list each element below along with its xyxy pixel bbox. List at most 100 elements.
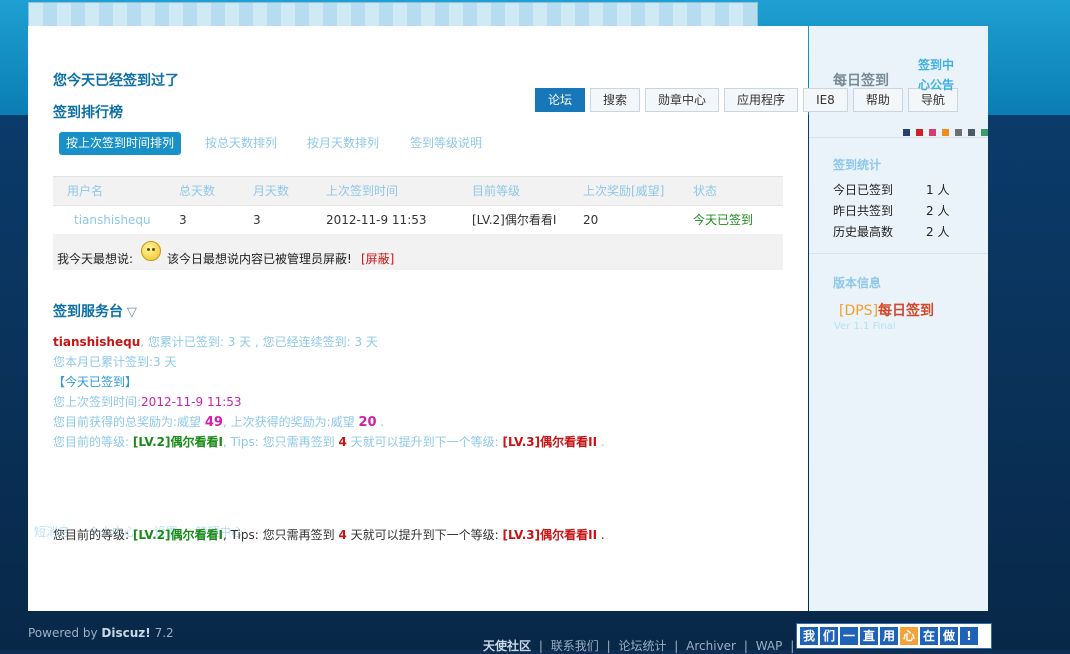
table-header: 用户名 总天数 月天数 上次签到时间 目前等级 上次奖励[威望] 状态 [53,176,783,205]
header-month-days: 月天数 [253,184,290,198]
nav-tab-ie8[interactable]: IE8 [803,88,848,112]
toggle-arrow-icon[interactable]: ▽ [127,305,137,320]
repeat-next-label: 天就可以提升到下一个等级: [350,528,499,542]
nav-tab-search[interactable]: 搜索 [590,88,641,112]
smiley-icon [141,241,161,261]
theme-swatch[interactable] [955,129,962,136]
footer-link-home[interactable]: 天使社区 [483,639,531,653]
stat-yesterday-value: 2 人 [926,204,950,218]
stats-title: 签到统计 [833,158,882,172]
footer-link-contact[interactable]: 联系我们 [551,639,599,653]
service-title: 签到服务台 [53,304,123,320]
stat-record-label: 历史最高数 [833,225,894,239]
header-username: 用户名 [67,184,104,198]
row-month-days: 3 [253,213,261,227]
banner-char: 在 [920,627,938,645]
mood-blocked-tag: [屏蔽] [361,252,395,266]
repeat-level-line: 您目前的等级: [LV.2]偶尔看看I, Tips: 您只需再签到 4 天就可以… [53,526,605,543]
footer-link-wap[interactable]: WAP [756,639,783,653]
service-today-status: 【今天已签到】 [53,375,138,389]
footer-link-stats[interactable]: 论坛统计 [618,639,666,653]
service-last-time-label: 您上次签到时间: [53,395,142,409]
version-text: Ver 1.1 Final [834,321,896,332]
sort-by-month-days[interactable]: 按月天数排列 [300,132,386,155]
service-last-time: 2012-11-9 11:53 [141,395,242,409]
theme-swatch[interactable] [942,129,949,136]
row-status: 今天已签到 [693,213,754,227]
banner-char: 们 [820,627,838,645]
sidebar-divider-1 [809,137,988,138]
nav-tab-forum[interactable]: 论坛 [535,88,586,112]
banner-char: ! [960,627,978,645]
service-line-4: 您上次签到时间:2012-11-9 11:53 [53,393,242,410]
footer-sep: | [538,639,543,653]
repeat-level-label: 您目前的等级: [53,528,130,542]
theme-swatch[interactable] [903,129,910,136]
nav-tab-apps[interactable]: 应用程序 [724,88,799,112]
service-line-1: tianshishequ, 您累计已签到: 3 天 , 您已经连续签到: 3 天 [53,333,378,350]
brand-logo: [DPS]每日签到 [839,300,934,320]
header-banner-art [28,2,758,28]
powered-label: Powered by [28,626,98,640]
service-line6-end: . [600,435,605,449]
sort-by-last-time[interactable]: 按上次签到时间排列 [59,132,182,155]
stat-yesterday-label: 昨日共签到 [833,204,894,218]
signed-notice: 您今天已经签到过了 [53,73,179,89]
banner-heart-char: 心 [900,627,918,645]
service-level-label: 您目前的等级: [53,435,130,449]
row-reward: 20 [583,213,599,227]
level-description-link[interactable]: 签到等级说明 [403,132,489,155]
banner-char: 直 [860,627,878,645]
theme-swatch[interactable] [929,129,936,136]
service-level-now: [LV.2]偶尔看看I [132,435,223,449]
footer-links: 天使社区 | 联系我们 | 论坛统计 | Archiver | WAP | [483,637,798,654]
row-total-days: 3 [179,213,187,227]
banner-char: 做 [940,627,958,645]
table-row: tianshishequ 3 3 2012-11-9 11:53 [LV.2]偶… [53,205,783,235]
service-cumulative: , 您累计已签到: 3 天 , 您已经连续签到: 3 天 [140,335,378,349]
version-title: 版本信息 [833,276,882,290]
row-last-time: 2012-11-9 11:53 [326,213,427,227]
theme-swatch[interactable] [916,129,923,136]
sidebar-title: 每日签到 [833,73,889,89]
ranking-title: 签到排行榜 [53,105,123,121]
theme-swatch[interactable] [981,129,988,136]
nav-tab-help[interactable]: 帮助 [852,88,903,112]
repeat-level-now: [LV.2]偶尔看看I [132,528,223,542]
stat-today-value: 1 人 [926,183,950,197]
brand-name: 每日签到 [878,303,935,319]
footer-sep: | [790,639,795,653]
service-last-reward: 20 [358,415,377,430]
banner-char: 我 [800,627,818,645]
discuz-link[interactable]: Discuz! [101,626,150,640]
nav-tab-medals[interactable]: 勋章中心 [645,88,720,112]
footer-link-archiver[interactable]: Archiver [686,639,736,653]
theme-swatch[interactable] [968,129,975,136]
row-username-link[interactable]: tianshishequ [74,206,151,234]
stat-record: 历史最高数 2 人 [833,223,949,240]
service-next-level-label: 天就可以提升到下一个等级: [350,435,499,449]
mood-bar: 我今天最想说: 该今日最想说内容已被管理员屏蔽! [屏蔽] [53,234,783,270]
top-nav: 论坛 搜索 勋章中心 应用程序 IE8 帮助 导航 [535,88,958,112]
footer-slogan-banner[interactable]: 我 们 一 直 用 心 在 做 ! [796,623,992,649]
service-total-reward: 49 [204,415,223,430]
row-level: [LV.2]偶尔看看I [472,213,557,227]
service-line-5: 您目前获得的总奖励为:威望 49, 上次获得的奖励为:威望 20 . [53,413,384,430]
header-level: 目前等级 [472,184,521,198]
header-status: 状态 [693,184,718,198]
footer-sep: | [606,639,611,653]
service-days-left: 4 [338,435,347,449]
stat-today: 今日已签到 1 人 [833,181,949,198]
header-last-time: 上次签到时间 [326,184,399,198]
discuz-version: 7.2 [154,626,174,640]
service-username: tianshishequ [53,335,141,349]
repeat-level-next: [LV.3]偶尔看看II [502,528,598,542]
notice-link-2[interactable]: 心公告 [918,76,954,93]
service-month-count: 您本月已累计签到:3 天 [53,355,177,369]
stat-record-value: 2 人 [926,225,950,239]
footer-sep: | [674,639,679,653]
sort-by-total-days[interactable]: 按总天数排列 [198,132,284,155]
service-last-reward-label: , 上次获得的奖励为:威望 [222,415,355,429]
notice-link-1[interactable]: 签到中 [918,56,954,73]
ranking-table: 用户名 总天数 月天数 上次签到时间 目前等级 上次奖励[威望] 状态 tian… [53,176,783,235]
